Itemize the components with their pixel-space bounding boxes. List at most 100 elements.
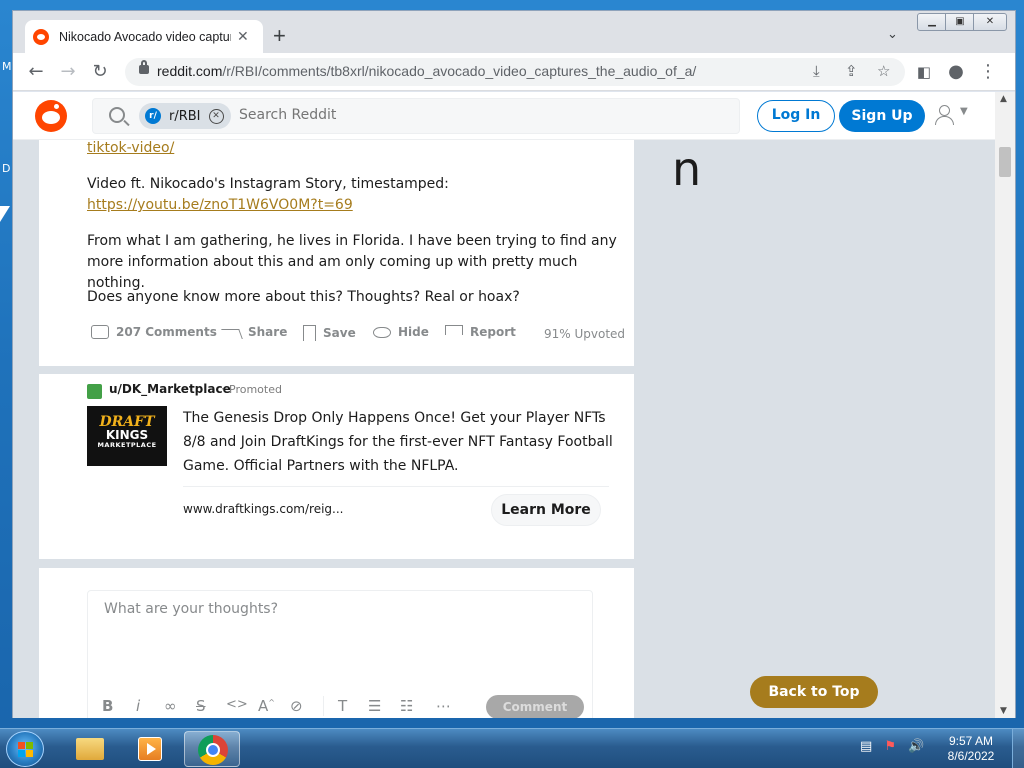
search-input[interactable] (239, 107, 719, 123)
subreddit-filter-chip[interactable]: r/ r/RBI ✕ (139, 103, 231, 129)
tab-title: Nikocado Avocado video captures (59, 29, 231, 44)
desktop-icon-label[interactable]: M (2, 60, 12, 73)
post-body: tiktok-video/ Video ft. Nikocado's Insta… (39, 140, 634, 366)
superscript-icon[interactable]: A^ (258, 697, 275, 715)
maximize-button[interactable]: ▣ (945, 13, 975, 31)
desktop-icon-label[interactable]: D (2, 162, 10, 175)
system-clock[interactable]: 9:57 AM 8/6/2022 (936, 734, 1006, 764)
signup-button[interactable]: Sign Up (839, 100, 925, 132)
address-bar[interactable]: reddit.com/r/RBI/comments/tb8xrl/nikocad… (125, 58, 905, 86)
clock-date: 8/6/2022 (947, 749, 995, 763)
share-button[interactable]: Share (221, 325, 287, 339)
inline-code-icon[interactable]: <> (226, 697, 248, 712)
comment-placeholder: What are your thoughts? (104, 601, 279, 617)
search-icon (109, 107, 125, 123)
share-icon (221, 329, 243, 339)
save-button[interactable]: Save (303, 325, 356, 341)
taskbar-media-player[interactable] (122, 731, 178, 767)
reload-icon[interactable]: ↻ (89, 61, 111, 83)
italic-icon[interactable]: i (136, 697, 140, 715)
upvote-ratio: 91% Upvoted (544, 327, 626, 341)
close-window-button[interactable]: ✕ (973, 13, 1007, 31)
ad-url[interactable]: www.draftkings.com/reig... (183, 502, 343, 516)
tab-search-chevron-icon[interactable]: ⌄ (887, 27, 898, 42)
separator-dot: · (221, 382, 225, 396)
bookmark-star-icon[interactable]: ☆ (877, 62, 890, 80)
advertiser-username[interactable]: u/DK_Marketplace (109, 382, 231, 396)
share-icon[interactable]: ⇪ (845, 62, 858, 80)
side-panel-icon[interactable]: ◧ (913, 61, 935, 83)
volume-icon[interactable]: 🔊 (908, 739, 924, 754)
bold-icon[interactable]: B (102, 697, 113, 715)
spoiler-icon[interactable]: ⊘ (290, 697, 303, 715)
subreddit-icon: r/ (145, 108, 161, 124)
new-tab-button[interactable]: + (273, 23, 286, 49)
comment-submit-button[interactable]: Comment (486, 695, 584, 718)
divider (183, 486, 609, 487)
menu-kebab-icon[interactable]: ⋮ (977, 61, 999, 83)
page-scrollbar[interactable]: ▲ ▼ (995, 92, 1015, 718)
taskbar-explorer[interactable] (62, 731, 118, 767)
user-icon (939, 105, 950, 116)
start-button[interactable] (6, 731, 44, 767)
heading-icon[interactable]: T (338, 697, 347, 715)
comment-icon (91, 325, 109, 339)
strikethrough-icon[interactable]: S (196, 697, 206, 715)
bulleted-list-icon[interactable]: ☰ (368, 697, 381, 715)
action-center-flag-icon[interactable]: ⚑ (884, 739, 896, 754)
reddit-favicon-icon (33, 28, 49, 45)
browser-window: Nikocado Avocado video captures ✕ + ⌄ ▁ … (12, 10, 1016, 718)
forward-arrow-icon[interactable]: → (57, 61, 79, 83)
tab-active[interactable]: Nikocado Avocado video captures ✕ (25, 20, 263, 53)
show-desktop-button[interactable] (1012, 729, 1024, 768)
chevron-down-icon: ▼ (960, 106, 968, 117)
windows-taskbar: ▤ ⚑ 🔊 9:57 AM 8/6/2022 (0, 728, 1024, 768)
comment-input[interactable]: What are your thoughts? B i ∞ S <> A^ ⊘ … (87, 590, 593, 718)
eye-slash-icon (373, 326, 391, 338)
post-paragraph: Does anyone know more about this? Though… (87, 289, 520, 305)
install-app-icon[interactable]: ⤓ (813, 62, 820, 80)
learn-more-button[interactable]: Learn More (491, 494, 601, 526)
mouse-cursor (0, 206, 10, 222)
sidebar-partial-text: n (672, 142, 702, 196)
draftkings-logo[interactable]: DRAFT KINGS MARKETPLACE (87, 406, 167, 466)
network-icon[interactable]: ▤ (860, 739, 872, 754)
user-menu-button[interactable]: ▼ (935, 104, 975, 128)
ad-text[interactable]: The Genesis Drop Only Happens Once! Get … (183, 406, 613, 478)
promoted-label: Promoted (229, 383, 282, 396)
chrome-icon (198, 735, 228, 765)
taskbar-chrome[interactable] (184, 731, 240, 767)
post-link[interactable]: tiktok-video/ (87, 140, 174, 156)
clock-time: 9:57 AM (948, 734, 994, 748)
scroll-thumb[interactable] (999, 147, 1011, 177)
comment-composer: What are your thoughts? B i ∞ S <> A^ ⊘ … (39, 568, 634, 718)
search-bar[interactable]: r/ r/RBI ✕ (92, 98, 740, 134)
remove-chip-icon[interactable]: ✕ (208, 108, 224, 124)
numbered-list-icon[interactable]: ☷ (400, 697, 413, 715)
reddit-logo-icon[interactable] (35, 100, 67, 132)
more-options-icon[interactable]: ⋯ (436, 697, 451, 715)
subreddit-chip-label: r/RBI (169, 108, 201, 124)
scroll-up-arrow-icon[interactable]: ▲ (1000, 94, 1007, 104)
toolbar-divider (323, 696, 324, 716)
comments-button[interactable]: 207 Comments (91, 325, 217, 339)
system-tray: ▤ ⚑ 🔊 (860, 739, 924, 754)
login-button[interactable]: Log In (757, 100, 835, 132)
link-icon[interactable]: ∞ (164, 697, 177, 715)
back-to-top-button[interactable]: Back to Top (750, 676, 878, 708)
post-paragraph: From what I am gathering, he lives in Fl… (87, 233, 617, 291)
minimize-button[interactable]: ▁ (917, 13, 947, 31)
browser-toolbar: ← → ↻ reddit.com/r/RBI/comments/tb8xrl/n… (13, 53, 1015, 91)
youtube-link[interactable]: https://youtu.be/znoT1W6VO0M?t=69 (87, 197, 353, 213)
tab-close-icon[interactable]: ✕ (237, 29, 249, 45)
promoted-post[interactable]: u/DK_Marketplace · Promoted DRAFT KINGS … (39, 374, 634, 559)
windows-logo-icon (18, 742, 34, 757)
hide-button[interactable]: Hide (373, 325, 429, 339)
scroll-down-arrow-icon[interactable]: ▼ (1000, 706, 1007, 716)
report-button[interactable]: Report (445, 325, 516, 339)
back-arrow-icon[interactable]: ← (25, 61, 47, 83)
profile-avatar-icon[interactable]: ● (945, 61, 967, 83)
lock-icon (139, 60, 149, 74)
url-text[interactable]: reddit.com/r/RBI/comments/tb8xrl/nikocad… (157, 63, 696, 79)
post-paragraph: Video ft. Nikocado's Instagram Story, ti… (87, 176, 449, 192)
